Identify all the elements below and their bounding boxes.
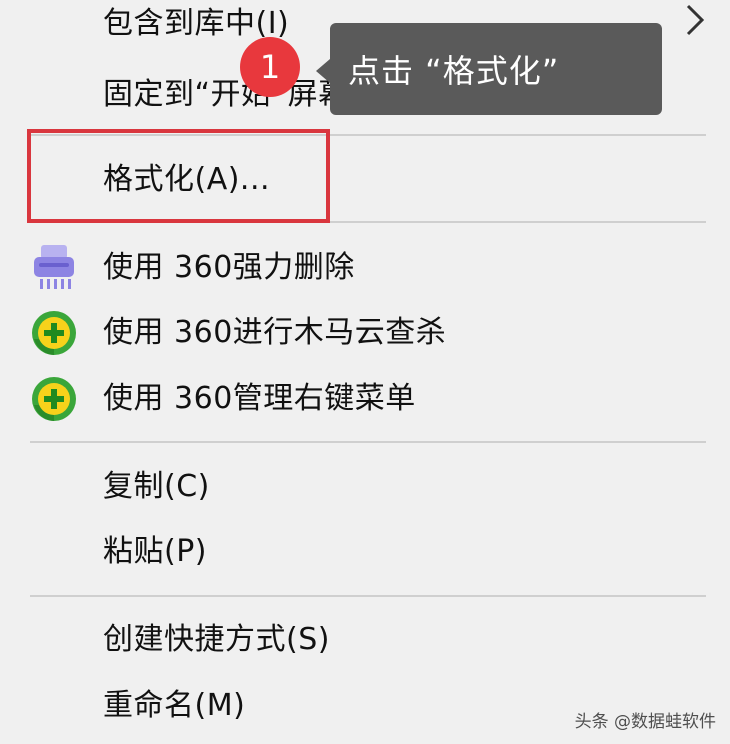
360-icon (32, 377, 76, 421)
tooltip-pointer (316, 59, 330, 83)
menu-item-create-shortcut[interactable]: 创建快捷方式(S) (0, 612, 705, 668)
360-icon (32, 311, 76, 355)
menu-item-360-manage-context-menu[interactable]: 使用 360管理右键菜单 (0, 371, 705, 427)
menu-item-label: 重命名(M) (103, 688, 246, 723)
menu-item-label: 使用 360管理右键菜单 (103, 381, 416, 416)
chevron-right-icon (686, 4, 705, 36)
instruction-tooltip: 点击 “格式化” (316, 23, 662, 115)
menu-item-360-force-delete[interactable]: 使用 360强力删除 (0, 240, 705, 296)
menu-item-label: 包含到库中(I) (103, 6, 290, 41)
tooltip-text: 点击 “格式化” (348, 52, 560, 90)
menu-item-label: 复制(C) (103, 469, 210, 504)
menu-item-paste[interactable]: 粘贴(P) (0, 524, 705, 580)
menu-separator (30, 595, 706, 597)
highlight-box (27, 129, 330, 223)
menu-separator (30, 441, 706, 443)
menu-item-label: 粘贴(P) (103, 534, 207, 569)
menu-item-label: 使用 360强力删除 (103, 250, 355, 285)
menu-item-copy[interactable]: 复制(C) (0, 459, 705, 515)
menu-item-label: 使用 360进行木马云查杀 (103, 315, 447, 350)
menu-item-label: 创建快捷方式(S) (103, 622, 330, 657)
watermark: 头条 @数据蛙软件 (574, 712, 716, 732)
shredder-icon (34, 245, 74, 289)
menu-item-360-trojan-scan[interactable]: 使用 360进行木马云查杀 (0, 305, 705, 361)
step-badge: 1 (240, 37, 300, 97)
